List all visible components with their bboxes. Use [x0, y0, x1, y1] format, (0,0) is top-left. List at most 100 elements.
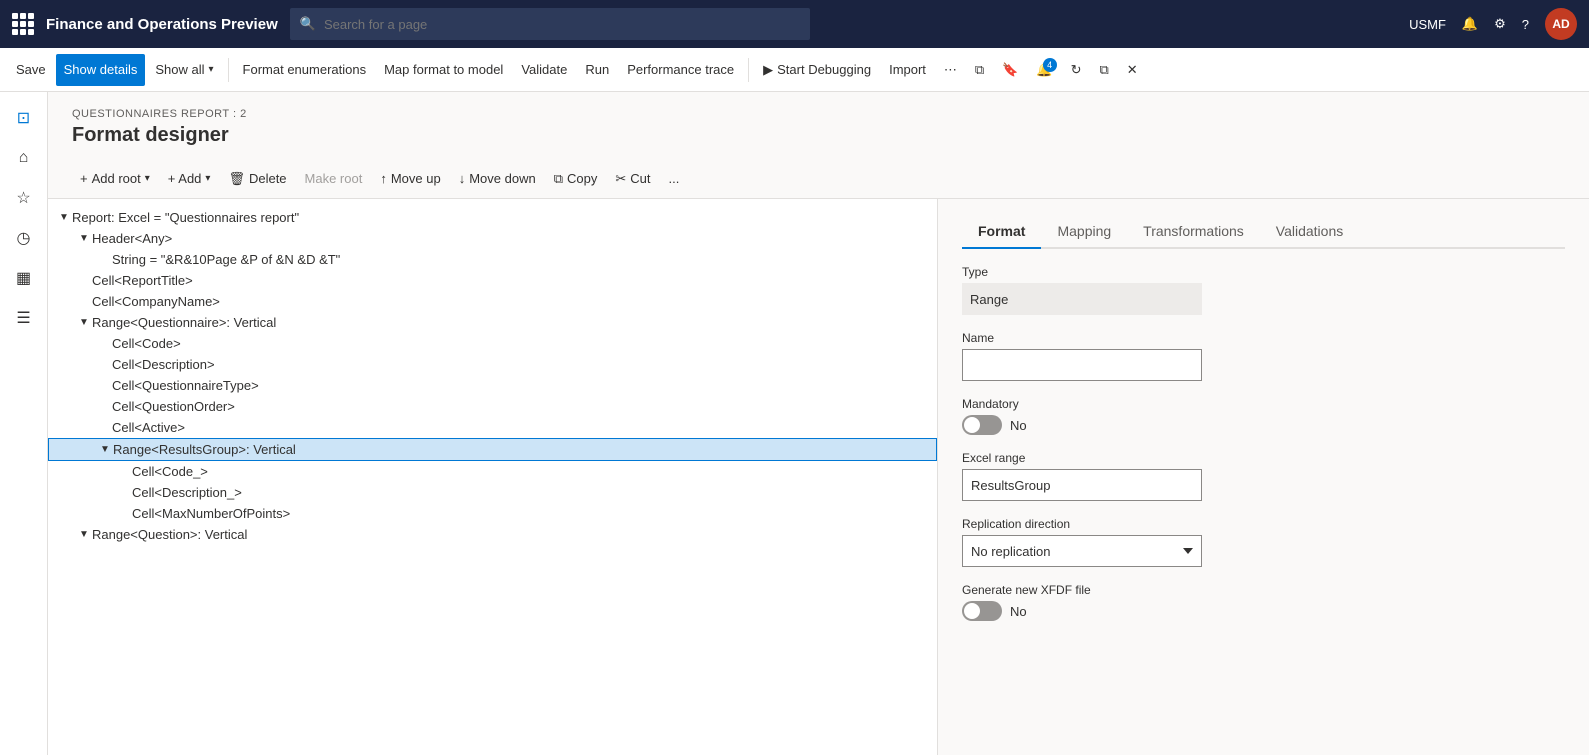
make-root-button[interactable]: Make root: [297, 165, 371, 193]
top-bar: Finance and Operations Preview 🔍 USMF 🔔 …: [0, 0, 1589, 48]
tree-text: Cell<Description_>: [132, 485, 929, 500]
delete-button[interactable]: 🗑 Delete: [220, 165, 294, 193]
search-input[interactable]: [324, 17, 800, 32]
generate-xfdf-label: Generate new XFDF file: [962, 583, 1565, 597]
tree-arrow[interactable]: ▼: [97, 444, 113, 455]
move-down-button[interactable]: ↓ Move down: [451, 165, 544, 193]
generate-xfdf-toggle-row: No: [962, 601, 1565, 621]
copy-label: Copy: [567, 171, 597, 186]
add-root-button[interactable]: + Add root ▾: [72, 165, 158, 193]
tabs: FormatMappingTransformationsValidations: [962, 215, 1565, 249]
tab-format[interactable]: Format: [962, 215, 1041, 249]
tree-item[interactable]: ▼Report: Excel = "Questionnaires report": [48, 207, 937, 228]
avatar[interactable]: AD: [1545, 8, 1577, 40]
tree-text: Cell<Description>: [112, 357, 929, 372]
help-icon[interactable]: ?: [1522, 17, 1529, 32]
start-debugging-label: Start Debugging: [777, 62, 871, 77]
move-up-button[interactable]: ↑ Move up: [372, 165, 448, 193]
tree-item[interactable]: Cell<QuestionnaireType>: [48, 375, 937, 396]
debug-icon: ▶: [763, 62, 773, 78]
settings-icon[interactable]: ⚙: [1494, 16, 1506, 32]
tree-item[interactable]: String = "&R&10Page &P of &N &D &T": [48, 249, 937, 270]
tab-mapping[interactable]: Mapping: [1041, 215, 1127, 249]
show-all-label: Show all: [155, 62, 204, 77]
name-input[interactable]: [962, 349, 1202, 381]
validate-button[interactable]: Validate: [513, 54, 575, 86]
top-right: USMF 🔔 ⚙ ? AD: [1409, 8, 1577, 40]
clock-icon[interactable]: ◷: [6, 220, 42, 256]
excel-range-input[interactable]: [962, 469, 1202, 501]
notifications-cmd-button[interactable]: 🔔4: [1028, 54, 1060, 86]
tab-validations[interactable]: Validations: [1260, 215, 1359, 249]
app-grid-icon[interactable]: [12, 13, 34, 35]
bookmark-icon-button[interactable]: 🔖: [994, 54, 1026, 86]
tree-text: Cell<CompanyName>: [92, 294, 929, 309]
add-root-chevron: ▾: [145, 173, 150, 184]
performance-trace-button[interactable]: Performance trace: [619, 54, 742, 86]
tree-item[interactable]: Cell<CompanyName>: [48, 291, 937, 312]
more-toolbar-button[interactable]: ...: [661, 165, 688, 193]
import-button[interactable]: Import: [881, 54, 934, 86]
tree-arrow[interactable]: ▼: [56, 212, 72, 223]
content: QUESTIONNAIRES REPORT : 2 Format designe…: [48, 92, 1589, 755]
excel-range-label: Excel range: [962, 451, 1565, 465]
mandatory-field-group: Mandatory No: [962, 397, 1565, 435]
run-button[interactable]: Run: [577, 54, 617, 86]
tree-item[interactable]: Cell<Description>: [48, 354, 937, 375]
puzzle-icon-button[interactable]: ⧉: [967, 54, 992, 86]
user-label: USMF: [1409, 17, 1446, 32]
more-cmd-button[interactable]: ⋯: [936, 54, 965, 86]
tree-item[interactable]: ▼Range<Questionnaire>: Vertical: [48, 312, 937, 333]
tree-arrow[interactable]: ▼: [76, 233, 92, 244]
notification-icon[interactable]: 🔔: [1462, 16, 1478, 32]
cut-icon: ✂: [615, 171, 626, 187]
add-button[interactable]: + Add ▾: [160, 165, 219, 193]
home-icon[interactable]: ⌂: [6, 140, 42, 176]
tree-item[interactable]: Cell<MaxNumberOfPoints>: [48, 503, 937, 524]
delete-label: Delete: [249, 171, 287, 186]
map-format-button[interactable]: Map format to model: [376, 54, 511, 86]
tree-item[interactable]: Cell<Code>: [48, 333, 937, 354]
tree-item[interactable]: Cell<QuestionOrder>: [48, 396, 937, 417]
table-icon[interactable]: ▦: [6, 260, 42, 296]
page-header: QUESTIONNAIRES REPORT : 2 Format designe…: [48, 92, 1589, 159]
generate-xfdf-toggle[interactable]: [962, 601, 1002, 621]
tree-item[interactable]: ▼Range<ResultsGroup>: Vertical: [48, 438, 937, 461]
tree-item[interactable]: Cell<Code_>: [48, 461, 937, 482]
refresh-button[interactable]: ↻: [1063, 54, 1090, 86]
tree-item[interactable]: Cell<Active>: [48, 417, 937, 438]
mandatory-toggle[interactable]: [962, 415, 1002, 435]
tab-transformations[interactable]: Transformations: [1127, 215, 1260, 249]
tree-arrow[interactable]: ▼: [76, 529, 92, 540]
close-button[interactable]: ✕: [1119, 54, 1146, 86]
show-details-button[interactable]: Show details: [56, 54, 146, 86]
separator-2: [748, 58, 749, 82]
generate-xfdf-field-group: Generate new XFDF file No: [962, 583, 1565, 621]
format-form: Type Range Name Mandatory: [962, 265, 1565, 621]
copy-button[interactable]: ⧉ Copy: [546, 165, 606, 193]
tree-text: Cell<ReportTitle>: [92, 273, 929, 288]
tree-text: Cell<Code_>: [132, 464, 929, 479]
tree-item[interactable]: ▼Header<Any>: [48, 228, 937, 249]
list-icon[interactable]: ☰: [6, 300, 42, 336]
main-layout: ⊡ ⌂ ☆ ◷ ▦ ☰ QUESTIONNAIRES REPORT : 2 Fo…: [0, 92, 1589, 755]
save-button[interactable]: Save: [8, 54, 54, 86]
move-up-icon: ↑: [380, 171, 387, 186]
replication-direction-select[interactable]: No replicationVerticalHorizontal: [962, 535, 1202, 567]
move-down-icon: ↓: [459, 171, 466, 186]
cut-button[interactable]: ✂ Cut: [607, 165, 658, 193]
tree-item[interactable]: ▼Range<Question>: Vertical: [48, 524, 937, 545]
tree-item[interactable]: Cell<ReportTitle>: [48, 270, 937, 291]
start-debugging-button[interactable]: ▶ Start Debugging: [755, 54, 879, 86]
search-bar[interactable]: 🔍: [290, 8, 810, 40]
filter-icon[interactable]: ⊡: [6, 100, 42, 136]
generate-xfdf-toggle-knob: [964, 603, 980, 619]
star-icon[interactable]: ☆: [6, 180, 42, 216]
tree-arrow[interactable]: ▼: [76, 317, 92, 328]
format-enumerations-button[interactable]: Format enumerations: [235, 54, 375, 86]
show-all-button[interactable]: Show all ▾: [147, 54, 221, 86]
popout-button[interactable]: ⧉: [1092, 54, 1117, 86]
right-panel: FormatMappingTransformationsValidations …: [938, 199, 1589, 755]
tree-text: Range<Question>: Vertical: [92, 527, 929, 542]
tree-item[interactable]: Cell<Description_>: [48, 482, 937, 503]
